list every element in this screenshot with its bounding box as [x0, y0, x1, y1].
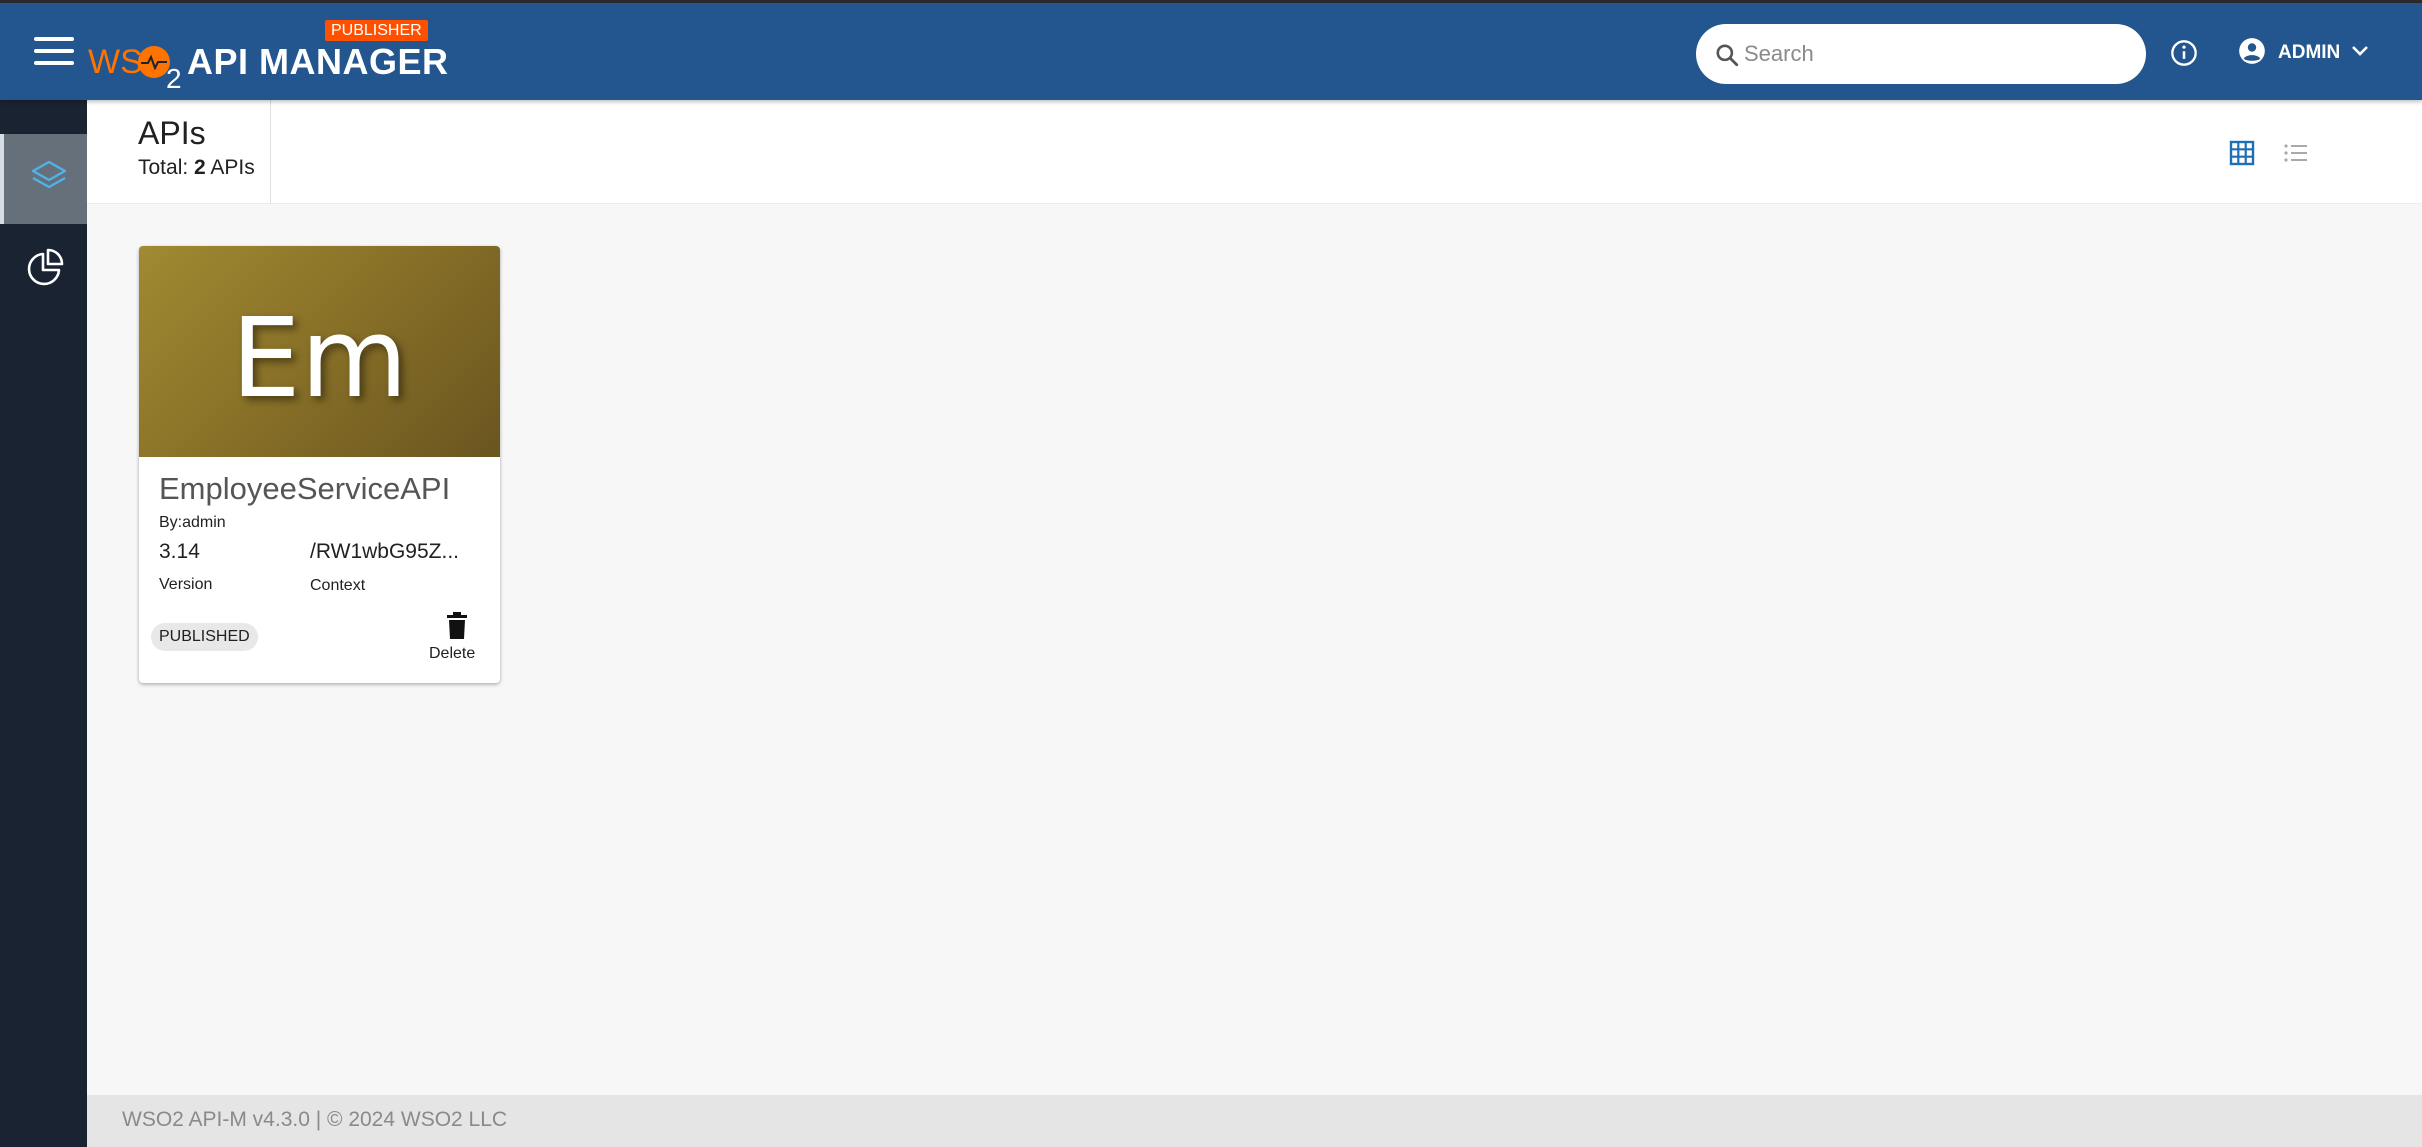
list-view-icon[interactable]: [2283, 142, 2309, 169]
total-suffix: APIs: [210, 156, 255, 179]
status-badge: PUBLISHED: [151, 623, 258, 651]
footer-text: WSO2 API-M v4.3.0 | © 2024 WSO2 LLC: [122, 1108, 508, 1131]
footer: WSO2 API-M v4.3.0 | © 2024 WSO2 LLC: [87, 1095, 2422, 1147]
page-header: APIs Total: 2 APIs: [87, 100, 2422, 204]
info-icon[interactable]: [2170, 39, 2198, 72]
user-menu[interactable]: ADMIN: [2238, 36, 2370, 70]
logo-brand-suffix: 2: [166, 63, 182, 94]
sidebar-item-analytics[interactable]: [0, 224, 87, 314]
api-thumbnail[interactable]: Em: [139, 246, 500, 457]
search-box[interactable]: [1696, 24, 2146, 84]
top-app-bar: WSO 2 API MANAGER PUBLISHER ADMIN: [0, 0, 2422, 100]
delete-button[interactable]: Delete: [427, 612, 487, 672]
api-name[interactable]: EmployeeServiceAPI: [159, 471, 450, 507]
account-circle-icon: [2238, 37, 2266, 70]
search-icon: [1714, 42, 1740, 73]
app-title: API MANAGER: [187, 41, 449, 82]
delete-label: Delete: [429, 645, 476, 662]
api-version: 3.14: [159, 540, 200, 563]
total-apis: Total: 2 APIs: [138, 156, 255, 180]
api-context-label: Context: [310, 577, 366, 594]
chevron-down-icon: [2350, 44, 2370, 63]
pie-chart-icon: [27, 248, 64, 286]
trash-icon: [447, 612, 467, 639]
grid-view-icon[interactable]: [2229, 140, 2255, 171]
api-thumbnail-text: Em: [231, 294, 408, 422]
total-prefix: Total:: [138, 156, 189, 179]
layers-icon: [31, 160, 67, 189]
api-provider: By:admin: [159, 514, 226, 531]
sidebar-item-apis[interactable]: [0, 134, 87, 224]
api-version-label: Version: [159, 576, 213, 593]
user-label: ADMIN: [2278, 42, 2341, 63]
search-input[interactable]: [1744, 34, 2124, 74]
total-count: 2: [194, 156, 206, 179]
api-card[interactable]: Em EmployeeServiceAPI By:admin 3.14 Vers…: [139, 246, 500, 683]
left-sidebar: [0, 100, 87, 1147]
title-block: APIs Total: 2 APIs: [87, 100, 271, 204]
api-context: /RW1wbG95Z...: [310, 540, 459, 563]
page-title: APIs: [138, 115, 206, 151]
publisher-badge: PUBLISHER: [325, 20, 428, 41]
hamburger-menu-icon[interactable]: [34, 37, 74, 67]
